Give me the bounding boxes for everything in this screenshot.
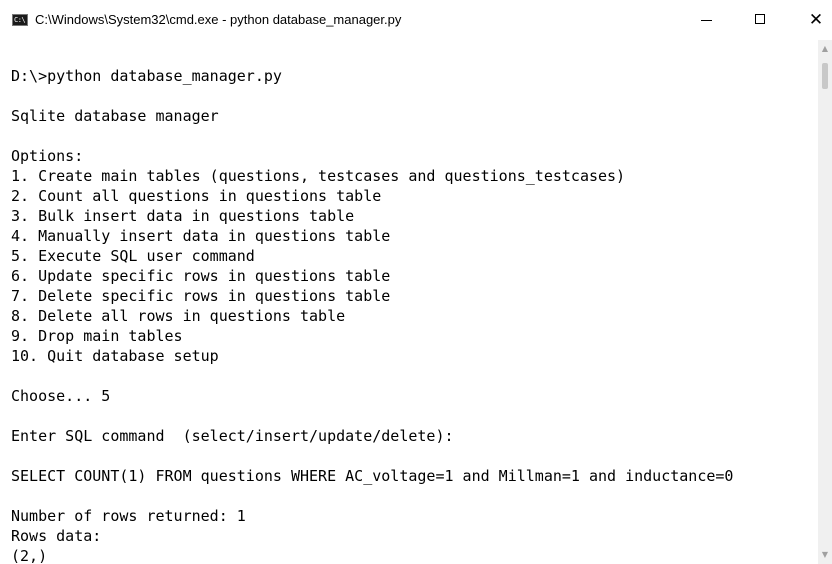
console-line: 7. Delete specific rows in questions tab… <box>11 287 391 305</box>
cmd-window: C:\ C:\Windows\System32\cmd.exe - python… <box>0 0 832 564</box>
console-line: D:\>python database_manager.py <box>11 67 282 85</box>
console-line: (2,) <box>11 547 48 564</box>
console-line: 4. Manually insert data in questions tab… <box>11 227 391 245</box>
console-line: Number of rows returned: 1 <box>11 507 246 525</box>
window-title: C:\Windows\System32\cmd.exe - python dat… <box>35 12 402 27</box>
scroll-down-arrow-icon[interactable]: ▼ <box>818 546 832 563</box>
cmd-icon: C:\ <box>12 14 28 26</box>
cmd-icon-glyph: C:\ <box>14 16 26 24</box>
console-line: Options: <box>11 147 84 165</box>
maximize-icon <box>755 14 765 24</box>
console-line: 3. Bulk insert data in questions table <box>11 207 355 225</box>
console-line: SELECT COUNT(1) FROM questions WHERE AC_… <box>11 467 734 485</box>
console-line: Enter SQL command (select/insert/update/… <box>11 427 454 445</box>
console-line: 2. Count all questions in questions tabl… <box>11 187 382 205</box>
console-line: 10. Quit database setup <box>11 347 219 365</box>
console-line: 6. Update specific rows in questions tab… <box>11 267 391 285</box>
scrollbar-thumb[interactable] <box>822 63 828 89</box>
console-line: 1. Create main tables (questions, testca… <box>11 167 626 185</box>
console-line: 8. Delete all rows in questions table <box>11 307 346 325</box>
minimize-icon <box>701 20 712 21</box>
console-line: 5. Execute SQL user command <box>11 247 255 265</box>
console-line: Choose... 5 <box>11 387 111 405</box>
minimize-button[interactable] <box>684 0 730 40</box>
close-button[interactable]: ✕ <box>792 0 832 40</box>
console-line: 9. Drop main tables <box>11 327 183 345</box>
console-output[interactable]: D:\>python database_manager.py Sqlite da… <box>0 40 818 564</box>
title-bar[interactable]: C:\ C:\Windows\System32\cmd.exe - python… <box>0 0 832 41</box>
close-icon: ✕ <box>808 10 824 30</box>
console-line: Rows data: <box>11 527 102 545</box>
maximize-button[interactable] <box>738 0 784 40</box>
scroll-up-arrow-icon[interactable]: ▲ <box>818 40 832 57</box>
console-line: Sqlite database manager <box>11 107 219 125</box>
vertical-scrollbar[interactable]: ▲ ▼ <box>818 40 832 564</box>
console-text: D:\>python database_manager.py Sqlite da… <box>11 66 733 564</box>
